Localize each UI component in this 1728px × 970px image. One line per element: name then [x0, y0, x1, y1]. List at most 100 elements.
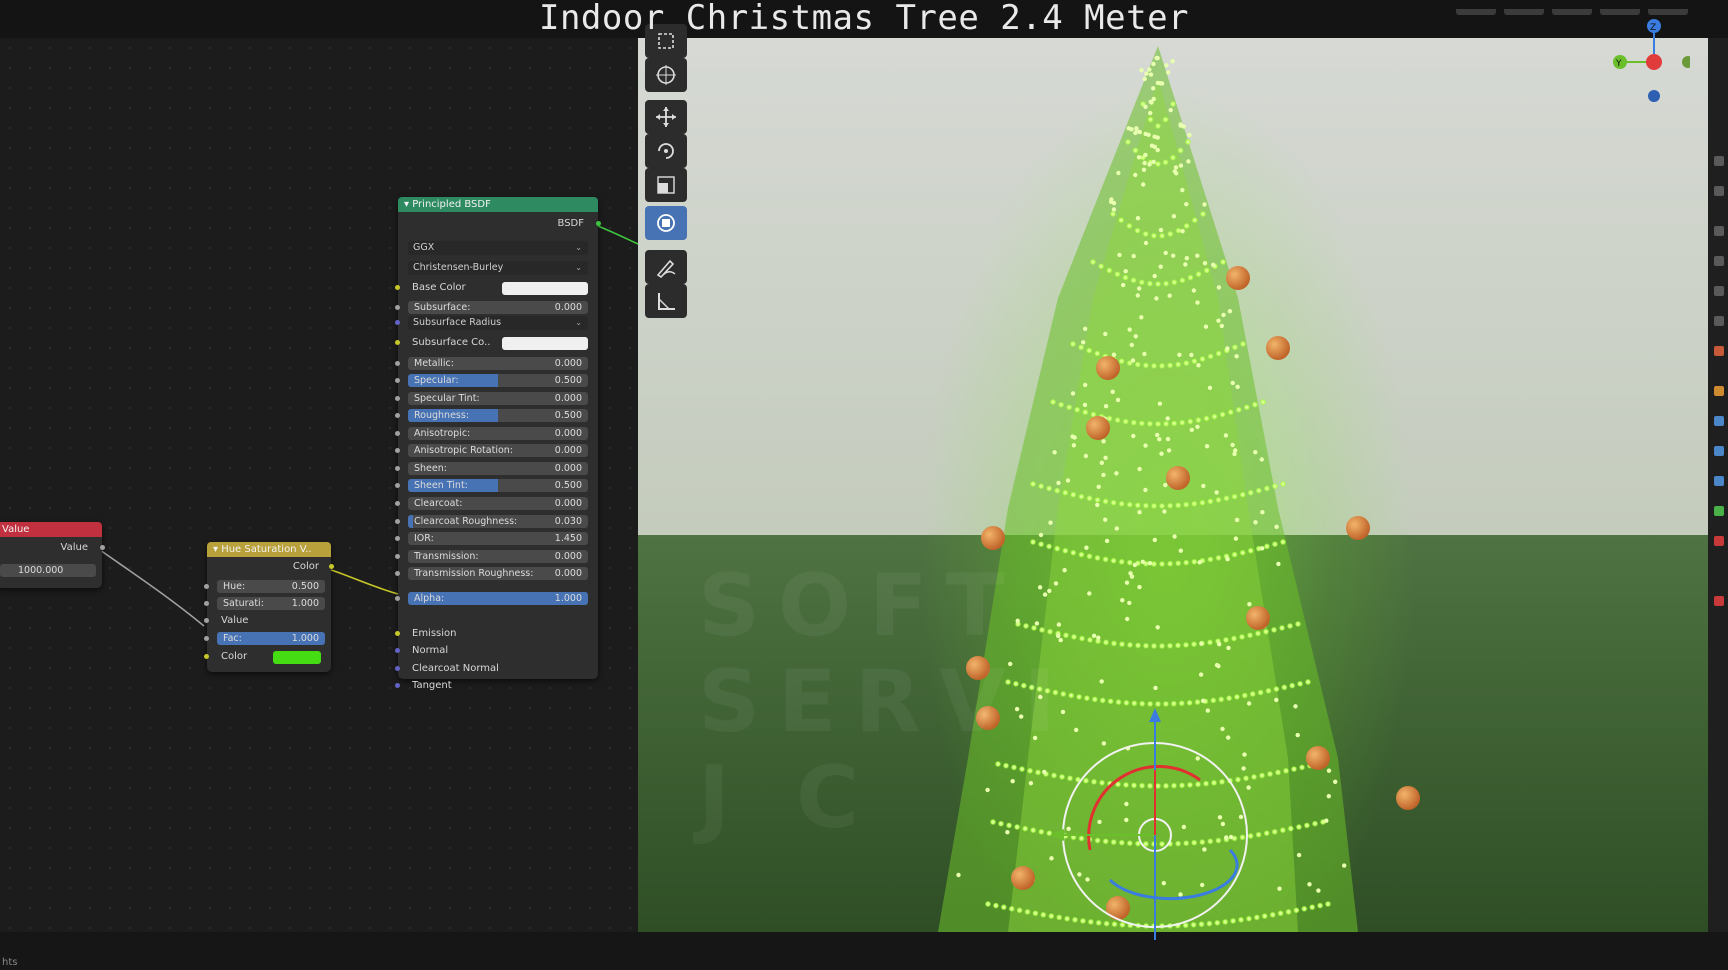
shader-node-editor[interactable]: Value Value 1000.000 ▾ Hue Saturation V.…	[0, 38, 638, 932]
bsdf-field-2[interactable]: Specular: 0.500	[408, 374, 588, 387]
normal-socket[interactable]	[395, 648, 400, 653]
subsurface-method-dropdown[interactable]: Christensen-Burley ⌄	[408, 261, 588, 275]
subsurface-radius-socket[interactable]	[395, 320, 400, 325]
bsdf-field-socket[interactable]	[395, 501, 400, 506]
base-color-swatch[interactable]	[502, 282, 588, 295]
hue-node-header[interactable]: ▾ Hue Saturation V..	[207, 542, 331, 557]
header-widgets[interactable]	[1448, 0, 1688, 15]
light-bulb	[1130, 358, 1136, 363]
bsdf-output-socket[interactable]	[596, 221, 601, 226]
hue-color-output-socket[interactable]	[329, 564, 334, 569]
clearcoat-normal-socket[interactable]	[395, 666, 400, 671]
light-bulb	[1111, 352, 1117, 357]
bsdf-field-socket[interactable]	[395, 413, 400, 418]
light-bulb	[1277, 886, 1282, 891]
rotate-tool-button[interactable]	[645, 134, 687, 168]
properties-tab-strip[interactable]	[1708, 38, 1728, 932]
saturation-input-socket[interactable]	[204, 601, 209, 606]
value-input-socket[interactable]	[204, 618, 209, 623]
material-tab-icon[interactable]	[1714, 536, 1724, 546]
hue-input-socket[interactable]	[204, 584, 209, 589]
modifier-tab-icon[interactable]	[1714, 386, 1724, 396]
fac-field[interactable]: Fac: 1.000	[217, 632, 325, 645]
light-bulb	[1277, 910, 1284, 917]
bsdf-field-socket[interactable]	[395, 431, 400, 436]
bsdf-field-9[interactable]: Clearcoat: 0.000	[408, 497, 588, 510]
annotate-tool-button[interactable]	[645, 250, 687, 284]
bsdf-field-socket[interactable]	[395, 378, 400, 383]
constraints-tab-icon[interactable]	[1714, 476, 1724, 486]
emission-socket[interactable]	[395, 631, 400, 636]
tool-tab-icon[interactable]	[1714, 156, 1724, 166]
scale-tool-button[interactable]	[645, 168, 687, 202]
subsurface-color-socket[interactable]	[395, 340, 400, 345]
particles-tab-icon[interactable]	[1714, 416, 1724, 426]
bsdf-field-13[interactable]: Transmission Roughness: 0.000	[408, 567, 588, 580]
bsdf-field-14[interactable]: Alpha: 1.000	[408, 592, 588, 605]
bsdf-field-1[interactable]: Metallic: 0.000	[408, 357, 588, 370]
tangent-socket[interactable]	[395, 683, 400, 688]
fac-input-socket[interactable]	[204, 636, 209, 641]
bsdf-field-socket[interactable]	[395, 571, 400, 576]
light-bulb	[1269, 911, 1276, 918]
bsdf-field-12[interactable]: Transmission: 0.000	[408, 550, 588, 563]
bsdf-field-3[interactable]: Specular Tint: 0.000	[408, 392, 588, 405]
subsurface-color-swatch[interactable]	[502, 337, 588, 350]
texture-tab-icon[interactable]	[1714, 596, 1724, 606]
output-tab-icon[interactable]	[1714, 226, 1724, 236]
world-tab-icon[interactable]	[1714, 316, 1724, 326]
bsdf-field-socket[interactable]	[395, 536, 400, 541]
base-color-socket[interactable]	[395, 285, 400, 290]
bsdf-field-socket[interactable]	[395, 448, 400, 453]
value-node-header[interactable]: Value	[0, 522, 102, 537]
bsdf-field-6[interactable]: Anisotropic Rotation: 0.000	[408, 444, 588, 457]
collapse-arrow-icon[interactable]: ▾	[213, 544, 221, 555]
measure-tool-button[interactable]	[645, 284, 687, 318]
bsdf-field-socket[interactable]	[395, 396, 400, 401]
bsdf-field-7[interactable]: Sheen: 0.000	[408, 462, 588, 475]
bsdf-field-socket[interactable]	[395, 305, 400, 310]
render-tab-icon[interactable]	[1714, 186, 1724, 196]
value-node-field[interactable]: 1000.000	[0, 564, 96, 577]
collapse-arrow-icon[interactable]: ▾	[404, 199, 412, 210]
value-node[interactable]: Value Value 1000.000	[0, 522, 105, 588]
bsdf-field-socket[interactable]	[395, 466, 400, 471]
bsdf-field-0[interactable]: Subsurface: 0.000	[408, 301, 588, 314]
hue-saturation-node[interactable]: ▾ Hue Saturation V.. Color Hue: 0.500 Sat…	[204, 542, 334, 672]
light-bulb	[1146, 420, 1154, 427]
light-bulb	[1266, 770, 1274, 778]
move-tool-button[interactable]	[645, 100, 687, 134]
cursor-tool-button[interactable]	[645, 58, 687, 92]
bsdf-field-5[interactable]: Anisotropic: 0.000	[408, 427, 588, 440]
bsdf-field-socket[interactable]	[395, 361, 400, 366]
value-output-socket[interactable]	[100, 545, 105, 550]
transform-gizmo[interactable]	[1050, 700, 1260, 940]
subsurface-radius-dropdown[interactable]: Subsurface Radius ⌄	[408, 316, 588, 330]
color-input-socket[interactable]	[204, 654, 209, 659]
light-bulb	[1254, 630, 1262, 637]
physics-tab-icon[interactable]	[1714, 446, 1724, 456]
data-tab-icon[interactable]	[1714, 506, 1724, 516]
bsdf-field-socket[interactable]	[395, 519, 400, 524]
principled-bsdf-node[interactable]: ▾ Principled BSDF BSDF GGX ⌄ Christensen-…	[395, 197, 601, 691]
distribution-dropdown[interactable]: GGX ⌄	[408, 241, 588, 255]
object-tab-icon[interactable]	[1714, 346, 1724, 356]
light-bulb	[1040, 911, 1047, 918]
scene-tab-icon[interactable]	[1714, 286, 1724, 296]
transform-tool-button[interactable]	[645, 206, 687, 240]
bsdf-field-10[interactable]: Clearcoat Roughness: 0.030	[408, 515, 588, 528]
bsdf-field-socket[interactable]	[395, 596, 400, 601]
bsdf-field-socket[interactable]	[395, 554, 400, 559]
light-bulb	[1139, 315, 1144, 320]
hue-field[interactable]: Hue: 0.500	[217, 580, 325, 593]
bsdf-node-header[interactable]: ▾ Principled BSDF	[398, 197, 598, 212]
bsdf-field-4[interactable]: Roughness: 0.500	[408, 409, 588, 422]
bsdf-field-socket[interactable]	[395, 483, 400, 488]
saturation-field[interactable]: Saturati: 1.000	[217, 597, 325, 610]
bsdf-field-11[interactable]: IOR: 1.450	[408, 532, 588, 545]
bsdf-field-8[interactable]: Sheen Tint: 0.500	[408, 479, 588, 492]
view-layer-tab-icon[interactable]	[1714, 256, 1724, 266]
light-bulb	[1110, 640, 1118, 647]
light-bulb	[1274, 697, 1279, 703]
hue-color-swatch[interactable]	[273, 651, 321, 664]
